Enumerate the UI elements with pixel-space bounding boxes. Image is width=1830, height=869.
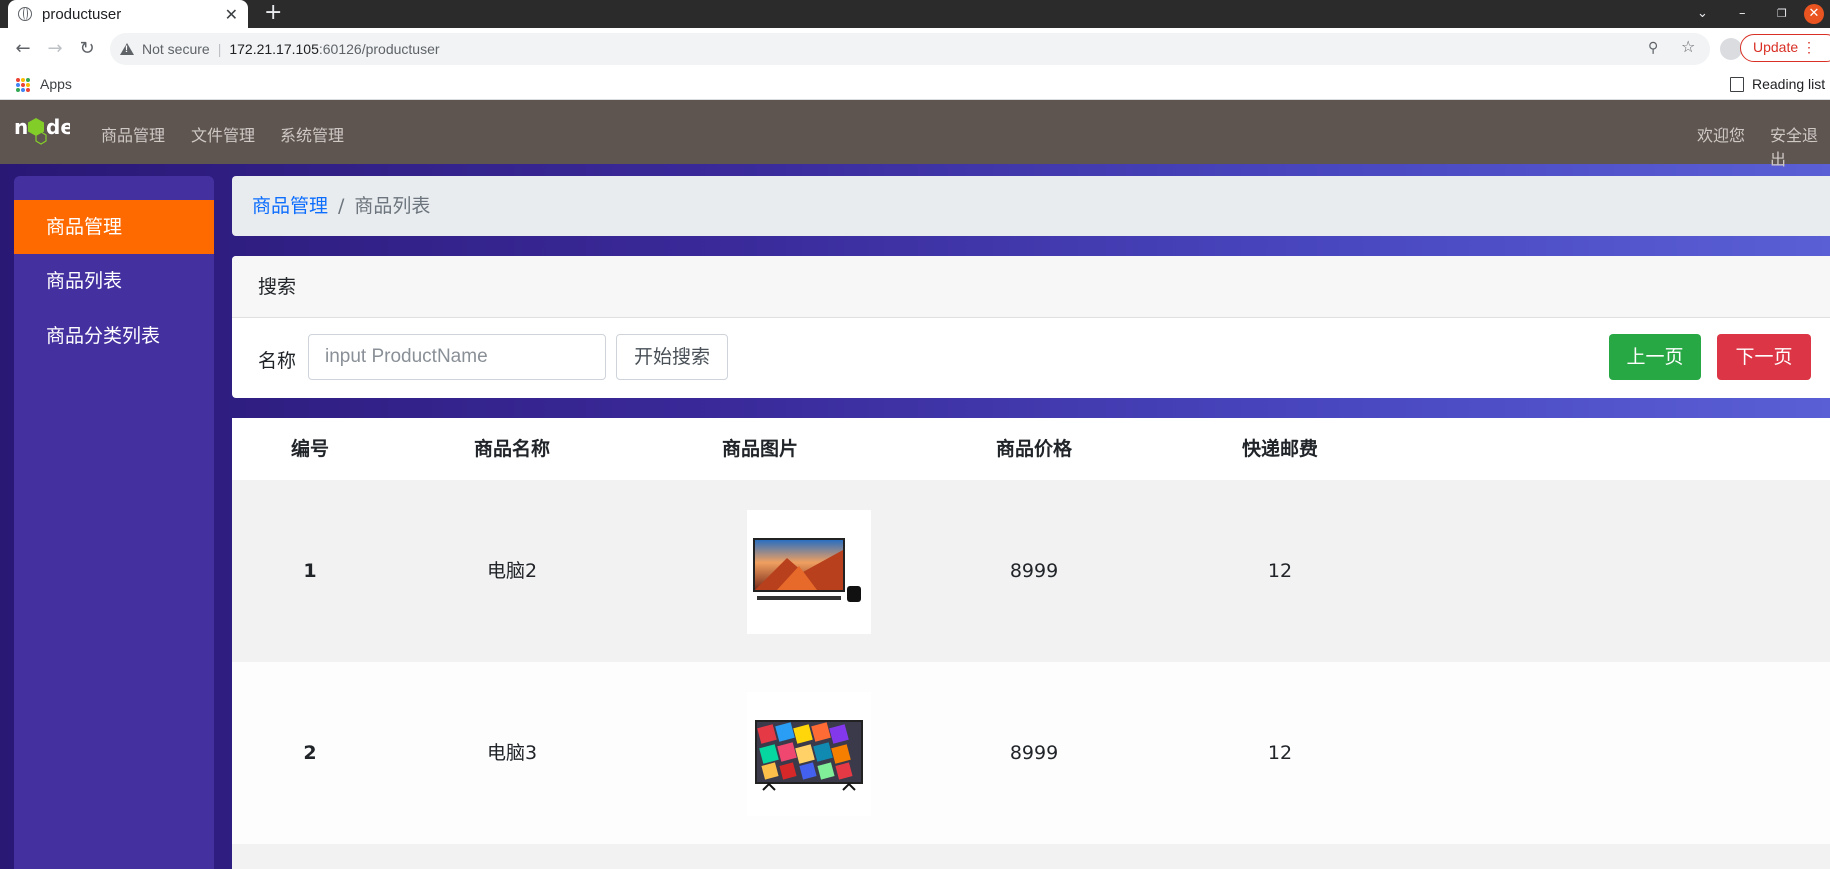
- table-row-partial: [232, 844, 1830, 869]
- search-card-header: 搜索: [232, 256, 1830, 318]
- cell-id: 1: [303, 560, 317, 582]
- svg-text:n: n: [14, 115, 28, 139]
- product-name-search-input[interactable]: [308, 334, 606, 380]
- nav-item-system-mgmt[interactable]: 系统管理: [280, 122, 344, 146]
- breadcrumb-parent-link[interactable]: 商品管理: [252, 195, 328, 217]
- zoom-icon[interactable]: ⚲: [1648, 40, 1658, 56]
- column-header-image: 商品图片: [721, 438, 798, 460]
- security-status: Not secure: [142, 41, 210, 57]
- top-navbar: n de 商品管理 文件管理 系统管理 欢迎您 安全退出: [0, 100, 1830, 169]
- name-label: 名称: [258, 350, 297, 372]
- cell-name: 电脑3: [486, 742, 538, 764]
- prev-page-button[interactable]: 上一页: [1609, 334, 1701, 380]
- cell-name: 电脑2: [486, 560, 538, 582]
- tv-landscape-image: [747, 510, 871, 634]
- url-host: 172.21.17.105: [229, 41, 319, 57]
- url-path: :60126/productuser: [318, 41, 440, 57]
- breadcrumb: 商品管理 / 商品列表: [232, 176, 1830, 236]
- globe-icon: [18, 7, 32, 21]
- bookmarks-bar: Apps Reading list: [0, 70, 1830, 100]
- bookmark-star-icon[interactable]: ☆: [1681, 37, 1695, 56]
- node-logo-icon[interactable]: n de: [14, 114, 70, 150]
- sidebar-item-product-mgmt[interactable]: 商品管理: [14, 200, 214, 254]
- reading-list-icon[interactable]: [1730, 77, 1744, 92]
- sidebar-item-category-list[interactable]: 商品分类列表: [14, 309, 214, 363]
- table-row[interactable]: 1 电脑2 8999 12: [232, 480, 1830, 662]
- profile-avatar-icon[interactable]: [1720, 38, 1742, 60]
- reading-list-label[interactable]: Reading list: [1752, 76, 1825, 92]
- browser-tab[interactable]: productuser ✕: [8, 0, 248, 28]
- tv-colorful-cubes-image: [747, 692, 871, 816]
- nav-item-file-mgmt[interactable]: 文件管理: [191, 122, 255, 146]
- product-table: 编号 商品名称 商品图片 商品价格 快递邮费 1 电脑2 8999 12 2 电…: [232, 418, 1830, 869]
- search-card: 搜索 名称 开始搜索 上一页 下一页: [232, 256, 1830, 398]
- tab-title: productuser: [42, 5, 122, 23]
- browser-toolbar: ← → ↻ Not secure | 172.21.17.105 :60126/…: [0, 28, 1830, 70]
- cell-price: 8999: [1009, 742, 1059, 764]
- window-close-icon[interactable]: ✕: [1804, 4, 1824, 24]
- nav-item-product-mgmt[interactable]: 商品管理: [101, 122, 165, 146]
- svg-text:de: de: [46, 115, 70, 139]
- logout-link[interactable]: 安全退出: [1770, 122, 1830, 170]
- forward-arrow-icon[interactable]: →: [42, 36, 68, 62]
- restore-icon[interactable]: ❐: [1777, 0, 1787, 28]
- update-button[interactable]: Update ⋮: [1740, 34, 1830, 62]
- back-arrow-icon[interactable]: ←: [10, 36, 36, 62]
- column-header-shipping: 快递邮费: [1241, 438, 1318, 460]
- minimize-icon[interactable]: –: [1739, 0, 1746, 28]
- reload-icon[interactable]: ↻: [74, 36, 100, 62]
- column-header-price: 商品价格: [995, 438, 1072, 460]
- sidebar-item-product-list[interactable]: 商品列表: [14, 254, 214, 308]
- app-viewport: n de 商品管理 文件管理 系统管理 欢迎您 安全退出 商品管理 商品列表 商…: [0, 100, 1830, 869]
- browser-tab-strip: productuser ✕ + ⌄ – ❐ ✕: [0, 0, 1830, 28]
- cell-shipping: 12: [1267, 560, 1293, 582]
- table-header: 编号 商品名称 商品图片 商品价格 快递邮费: [232, 418, 1830, 480]
- apps-grid-icon[interactable]: [16, 78, 30, 92]
- update-label: Update: [1753, 39, 1799, 55]
- column-header-name: 商品名称: [473, 438, 550, 460]
- next-page-button[interactable]: 下一页: [1717, 334, 1811, 380]
- cell-price: 8999: [1009, 560, 1059, 582]
- apps-bookmark[interactable]: Apps: [40, 76, 72, 92]
- sidebar: 商品管理 商品列表 商品分类列表: [14, 176, 214, 869]
- column-header-id: 编号: [290, 438, 329, 460]
- address-bar[interactable]: Not secure | 172.21.17.105 :60126/produc…: [110, 33, 1710, 65]
- warning-icon: [120, 43, 134, 55]
- tab-close-icon[interactable]: ✕: [225, 5, 238, 24]
- welcome-text: 欢迎您: [1697, 126, 1746, 145]
- search-button[interactable]: 开始搜索: [616, 334, 728, 380]
- new-tab-button[interactable]: +: [264, 0, 282, 28]
- breadcrumb-current: 商品列表: [354, 195, 431, 217]
- tab-search-chevron-icon[interactable]: ⌄: [1697, 0, 1708, 28]
- cell-shipping: 12: [1267, 742, 1293, 764]
- breadcrumb-separator: /: [338, 195, 345, 217]
- table-row[interactable]: 2 电脑3 8999 12: [232, 662, 1830, 844]
- cell-id: 2: [303, 742, 317, 764]
- url-divider: |: [217, 41, 222, 57]
